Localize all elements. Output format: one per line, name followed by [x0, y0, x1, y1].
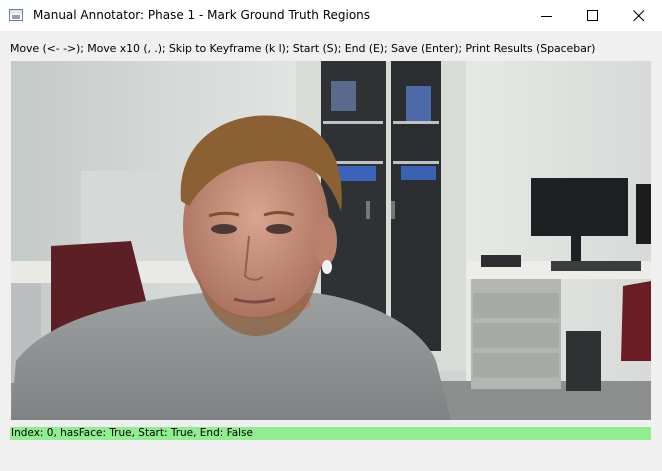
video-frame[interactable]	[11, 61, 651, 420]
close-icon	[633, 10, 645, 22]
app-window-icon[interactable]	[9, 9, 23, 21]
frame-image	[11, 61, 651, 420]
window-title: Manual Annotator: Phase 1 - Mark Ground …	[33, 8, 371, 22]
minimize-button[interactable]	[524, 0, 570, 31]
status-text: Index: 0, hasFace: True, Start: True, En…	[11, 427, 253, 439]
minimize-icon	[541, 16, 552, 17]
maximize-icon	[587, 10, 598, 21]
maximize-button[interactable]	[570, 0, 616, 31]
title-bar[interactable]: Manual Annotator: Phase 1 - Mark Ground …	[0, 0, 662, 31]
keyboard-instructions: Move (<- ->); Move x10 (, .); Skip to Ke…	[10, 42, 596, 55]
status-bar: Index: 0, hasFace: True, Start: True, En…	[10, 427, 651, 440]
close-button[interactable]	[616, 0, 662, 31]
